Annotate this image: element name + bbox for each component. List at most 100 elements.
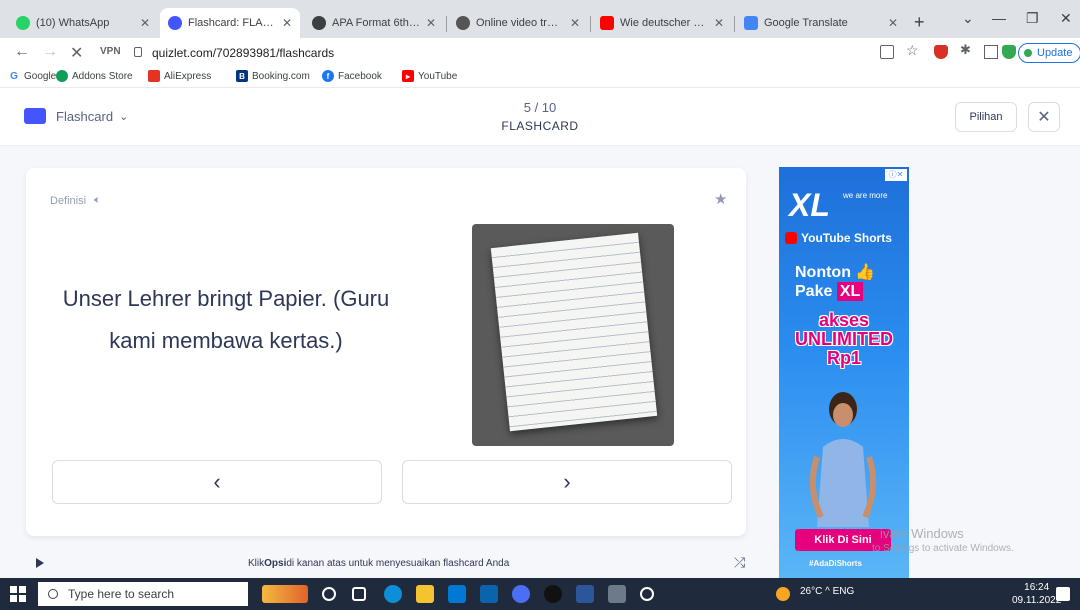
browser-tab-strip: (10) WhatsApp ✕ Flashcard: FLASHCAR ✕ AP… [0, 0, 1080, 38]
google-icon: G [8, 70, 20, 82]
bookmark-label: AliExpress [164, 70, 212, 82]
vpn-shield-icon[interactable] [1002, 45, 1016, 59]
close-tab-icon[interactable]: ✕ [426, 16, 436, 30]
news-widget-icon[interactable] [262, 585, 308, 603]
clock[interactable]: 16:24 09.11.2022 [1012, 581, 1061, 607]
flashcard[interactable]: Definisi 🔈︎ ★ Unser Lehrer bringt Papier… [26, 168, 746, 536]
update-button[interactable]: Update [1018, 43, 1080, 63]
close-tab-icon[interactable]: ✕ [570, 16, 580, 30]
bookmark-facebook[interactable]: f Facebook [322, 70, 382, 82]
play-icon[interactable] [36, 558, 44, 568]
close-button[interactable]: ✕ [1028, 102, 1060, 132]
taskbar-search[interactable]: Type here to search [38, 582, 248, 606]
ad-tagline: we are more [843, 191, 888, 200]
card-side-label: Definisi 🔈︎ [50, 194, 101, 207]
options-hint: KlikOpsidi kanan atas untuk menyesuaikan… [248, 558, 509, 569]
stop-icon[interactable]: ✕ [70, 43, 83, 63]
sidebar-icon[interactable] [984, 45, 998, 59]
tab-google-translate[interactable]: Google Translate ✕ [736, 8, 906, 38]
window-close-icon[interactable]: ✕ [1060, 10, 1072, 27]
browser-icon[interactable] [512, 585, 530, 603]
tab-label: Online video transcrip [476, 17, 564, 29]
tab-label: APA Format 6th Editio [332, 17, 420, 29]
youtube-shorts-label: YouTube Shorts [785, 231, 892, 245]
share-icon[interactable] [880, 45, 894, 59]
windows-activation-watermark: ivate Windows to Settings to activate Wi… [872, 526, 1014, 554]
tab-apa[interactable]: APA Format 6th Editio ✕ [304, 8, 444, 38]
close-tab-icon[interactable]: ✕ [282, 16, 292, 30]
tab-search-icon[interactable]: ⌄ [962, 10, 974, 27]
previous-card-button[interactable]: ‹ [52, 460, 382, 504]
address-bar[interactable]: quizlet.com/702893981/flashcards [152, 46, 334, 60]
lock-icon[interactable] [134, 47, 142, 57]
cortana-icon[interactable] [322, 587, 336, 601]
tab-divider [734, 16, 735, 32]
tab-whatsapp[interactable]: (10) WhatsApp ✕ [8, 8, 158, 38]
options-button[interactable]: Pilihan [955, 102, 1017, 132]
star-icon[interactable]: ★ [714, 190, 727, 208]
word-icon[interactable] [576, 585, 594, 603]
tab-flashcard[interactable]: Flashcard: FLASHCAR ✕ [160, 8, 300, 38]
ad-line2: Pake [795, 283, 833, 300]
clock-date: 09.11.2022 [1012, 595, 1062, 606]
edge-icon[interactable] [384, 585, 402, 603]
close-tab-icon[interactable]: ✕ [714, 16, 724, 30]
chevron-left-icon: ‹ [213, 469, 221, 494]
next-card-button[interactable]: › [402, 460, 732, 504]
weather-icon[interactable] [776, 587, 790, 601]
restore-icon[interactable]: ❐ [1026, 10, 1039, 27]
task-view-icon[interactable] [352, 587, 366, 601]
windows-start-icon[interactable] [10, 586, 26, 602]
tab-youtube[interactable]: Wie deutscher Plastik ✕ [592, 8, 732, 38]
extensions-puzzle-icon[interactable]: ✱ [960, 42, 974, 57]
card-definition-text: Unser Lehrer bringt Papier. (Guru kami m… [62, 286, 390, 353]
youtube-icon: ▸ [402, 70, 414, 82]
vpn-badge[interactable]: VPN [100, 46, 121, 57]
tab-label: Wie deutscher Plastik [620, 17, 708, 29]
bookmark-label: Addons Store [72, 70, 133, 82]
ad-close-icon[interactable]: ⓘ✕ [885, 169, 907, 181]
bookmark-label: Booking.com [252, 70, 310, 82]
ad-line1: Nonton [795, 264, 851, 281]
bookmark-booking[interactable]: B Booking.com [236, 70, 310, 82]
bookmark-google[interactable]: G Google [8, 70, 56, 82]
mail-icon[interactable] [480, 585, 498, 603]
chevron-down-icon: ⌄ [119, 110, 129, 123]
store-icon[interactable] [448, 585, 466, 603]
progress-count: 5 / 10 [523, 100, 557, 115]
mode-selector[interactable]: Flashcard ⌄ [24, 108, 129, 126]
flashcard-footer: KlikOpsidi kanan atas untuk menyesuaikan… [0, 548, 760, 578]
new-tab-icon[interactable]: + [914, 12, 925, 33]
advertisement[interactable]: ⓘ✕ XL we are more YouTube Shorts Nonton … [779, 167, 909, 578]
google-translate-icon [744, 16, 758, 30]
shield-extension-icon[interactable] [934, 45, 948, 59]
system-tray[interactable]: 26°C ^ ENG [800, 586, 854, 597]
back-arrow-icon[interactable]: ← [14, 43, 30, 61]
tab-transcription[interactable]: Online video transcrip ✕ [448, 8, 588, 38]
shuffle-icon[interactable]: ⤮ [734, 554, 745, 571]
addons-store-icon [56, 70, 68, 82]
tab-label: Flashcard: FLASHCAR [188, 17, 276, 29]
bookmark-label: YouTube [418, 70, 458, 82]
bookmark-aliexpress[interactable]: AliExpress [148, 70, 211, 82]
close-tab-icon[interactable]: ✕ [140, 16, 150, 30]
youtube-shorts-icon [785, 232, 797, 244]
facebook-icon: f [322, 70, 334, 82]
notification-icon[interactable] [1056, 587, 1070, 601]
calculator-icon[interactable] [608, 585, 626, 603]
minimize-icon[interactable]: — [992, 10, 1006, 26]
close-tab-icon[interactable]: ✕ [888, 16, 898, 30]
tiktok-icon[interactable] [544, 585, 562, 603]
search-icon [48, 589, 58, 599]
speaker-icon[interactable]: 🔈︎ [94, 194, 101, 207]
bookmark-star-icon[interactable]: ☆ [906, 42, 920, 58]
windows-taskbar: Type here to search 26°C ^ ENG 16:24 09.… [0, 578, 1080, 610]
forward-arrow-icon[interactable]: → [42, 43, 58, 61]
tab-divider [590, 16, 591, 32]
bookmark-addons-store[interactable]: Addons Store [56, 70, 133, 82]
bookmark-youtube[interactable]: ▸ YouTube [402, 70, 457, 82]
file-explorer-icon[interactable] [416, 585, 434, 603]
transcription-icon [456, 16, 470, 30]
bookmark-label: Facebook [338, 70, 382, 82]
app-icon[interactable] [640, 587, 654, 601]
